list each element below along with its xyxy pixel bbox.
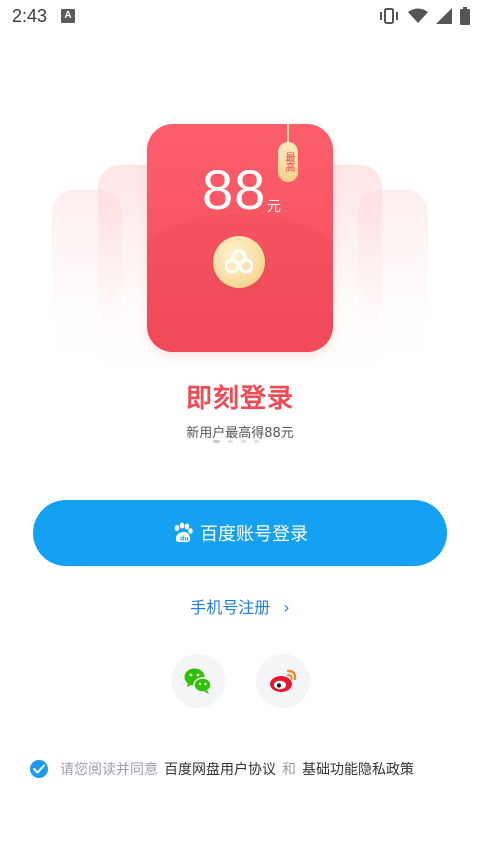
status-time: 2:43	[12, 6, 48, 26]
agreement-prefix: 请您阅读并同意	[60, 762, 158, 778]
weibo-icon	[270, 669, 297, 692]
privacy-policy-link[interactable]: 基础功能隐私政策	[302, 759, 414, 779]
promo-subtitle: 新用户最高得88元	[186, 426, 294, 441]
pager-dot	[228, 440, 233, 443]
red-packet-tag-string	[287, 124, 289, 144]
promo-carousel[interactable]: 88 元 最高	[0, 120, 480, 375]
agreement-row: 请您阅读并同意 百度网盘用户协议 和 基础功能隐私政策	[30, 759, 420, 779]
wifi-icon	[408, 8, 428, 24]
page-title: 即刻登录	[185, 384, 294, 414]
baidu-login-button[interactable]: du 百度账号登录	[33, 500, 447, 566]
pager-dot	[241, 440, 246, 443]
status-bar: 2:43 A	[0, 0, 480, 34]
login-screen: 2:43 A 88 元 最高 即刻登录 新用户最高得88元 du 百度账号登录 …	[0, 0, 480, 853]
wechat-icon	[184, 668, 212, 694]
agreement-checkbox-icon[interactable]	[30, 760, 48, 778]
red-packet-max-tag: 最高	[278, 142, 298, 182]
pager-dot	[213, 440, 220, 443]
red-packet-card: 88 元 最高	[147, 124, 333, 352]
red-packet-unit: 元	[267, 199, 281, 215]
vibrate-icon	[378, 7, 400, 25]
red-packet-amount: 88	[202, 158, 267, 221]
phone-register-label: 手机号注册	[190, 598, 271, 617]
pager-dot	[254, 440, 259, 443]
baidu-login-label: 百度账号登录	[200, 524, 308, 545]
notification-a-icon: A	[61, 9, 75, 23]
signal-icon	[436, 8, 452, 24]
carousel-pager	[213, 440, 259, 443]
chevron-right-icon: ›	[283, 598, 290, 617]
wechat-login-button[interactable]	[171, 654, 225, 708]
agreement-conjunction: 和	[282, 762, 296, 778]
baidu-netdisk-logo-icon	[213, 236, 265, 288]
battery-icon	[460, 7, 470, 25]
phone-register-link[interactable]: 手机号注册 ›	[0, 594, 480, 618]
svg-text:du: du	[180, 536, 189, 543]
baidu-paw-icon: du	[172, 522, 194, 544]
weibo-login-button[interactable]	[256, 654, 310, 708]
status-icons	[378, 6, 470, 26]
user-agreement-link[interactable]: 百度网盘用户协议	[164, 759, 276, 779]
